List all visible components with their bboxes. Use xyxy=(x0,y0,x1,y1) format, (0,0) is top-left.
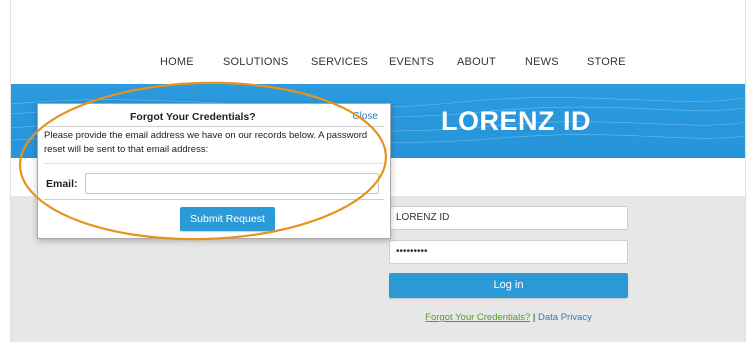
login-links: Forgot Your Credentials? | Data Privacy xyxy=(389,312,628,323)
brand-title: LORENZ ID xyxy=(441,106,591,136)
email-label: Email: xyxy=(46,178,78,190)
forgot-credentials-link[interactable]: Forgot Your Credentials? xyxy=(425,312,530,323)
nav-item-events[interactable]: EVENTS xyxy=(389,56,434,68)
dialog-title: Forgot Your Credentials? xyxy=(130,111,256,123)
page-frame: HOME SOLUTIONS SERVICES EVENTS ABOUT NEW… xyxy=(10,0,746,342)
data-privacy-link[interactable]: Data Privacy xyxy=(538,312,592,323)
close-button[interactable]: Close xyxy=(352,111,378,122)
nav-item-about[interactable]: ABOUT xyxy=(457,56,496,68)
nav-item-store[interactable]: STORE xyxy=(587,56,626,68)
submit-request-button[interactable]: Submit Request xyxy=(180,207,275,231)
link-separator: | xyxy=(530,312,538,323)
main-nav: HOME SOLUTIONS SERVICES EVENTS ABOUT NEW… xyxy=(11,56,745,72)
nav-item-solutions[interactable]: SOLUTIONS xyxy=(223,56,288,68)
divider xyxy=(44,126,384,127)
divider xyxy=(44,199,384,200)
dialog-message: Please provide the email address we have… xyxy=(44,130,368,155)
divider xyxy=(44,163,384,164)
nav-item-news[interactable]: NEWS xyxy=(525,56,559,68)
login-button[interactable]: Log in xyxy=(389,273,628,298)
dialog-header: Forgot Your Credentials? Close xyxy=(38,111,390,125)
password-field[interactable]: ••••••••• xyxy=(389,240,628,264)
email-field[interactable] xyxy=(85,173,379,194)
nav-item-services[interactable]: SERVICES xyxy=(311,56,368,68)
forgot-credentials-dialog: Forgot Your Credentials? Close Please pr… xyxy=(37,103,391,239)
nav-item-home[interactable]: HOME xyxy=(160,56,194,68)
username-field[interactable]: LORENZ ID xyxy=(389,206,628,230)
